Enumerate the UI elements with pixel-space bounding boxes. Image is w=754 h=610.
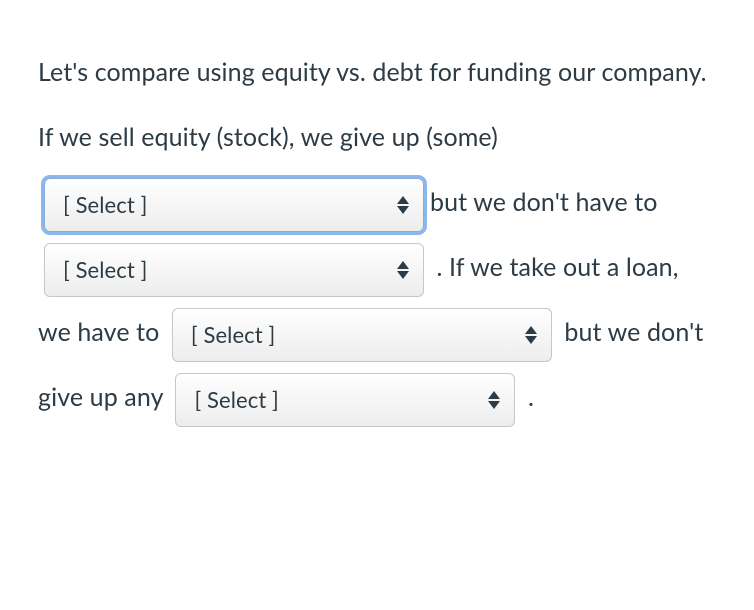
question-passage: Let's compare using equity vs. debt for … [38,40,716,430]
text-fragment-1: Let's compare using equity vs. debt for … [38,57,713,152]
select-3[interactable]: [ Select ] [172,308,552,362]
select-3-value: [ Select ] [191,306,275,363]
select-1-value: [ Select ] [63,176,147,233]
chevron-up-down-icon [397,261,409,279]
chevron-up-down-icon [397,196,409,214]
select-4-value: [ Select ] [194,371,278,428]
chevron-up-down-icon [488,391,500,409]
select-2-value: [ Select ] [63,241,147,298]
chevron-up-down-icon [525,326,537,344]
select-4[interactable]: [ Select ] [175,373,515,427]
text-fragment-5: . [521,382,534,412]
select-2[interactable]: [ Select ] [44,243,424,297]
text-fragment-2: but we don't have to [430,187,664,217]
select-1[interactable]: [ Select ] [44,178,424,232]
